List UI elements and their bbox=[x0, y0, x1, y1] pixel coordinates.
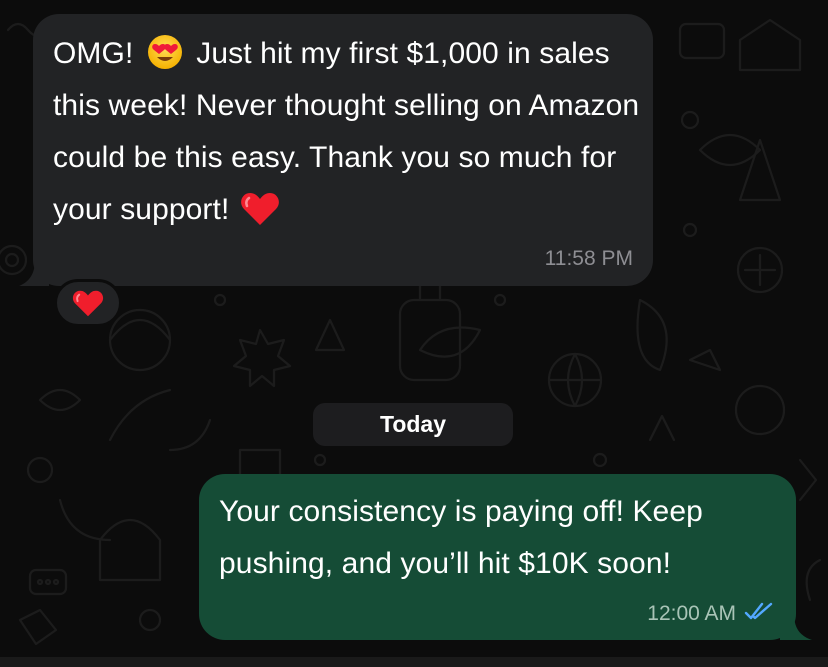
outgoing-message-text: Your consistency is paying off! Keep pus… bbox=[219, 495, 712, 580]
read-double-check-icon bbox=[744, 601, 774, 626]
smiling-face-heart-eyes-icon bbox=[146, 33, 184, 71]
incoming-message-bubble[interactable]: OMG! Just hit my first $1,000 in sales t… bbox=[33, 14, 653, 286]
outgoing-message-bubble[interactable]: Your consistency is paying off! Keep pus… bbox=[199, 474, 796, 640]
bottom-bar bbox=[0, 657, 828, 667]
message-timestamp: 11:58 PM bbox=[544, 247, 633, 270]
message-text-part: OMG! bbox=[53, 37, 142, 70]
red-heart-icon bbox=[72, 289, 104, 318]
message-text-part: Just hit my first $1,000 in sales this w… bbox=[53, 37, 648, 226]
message-timestamp: 12:00 AM bbox=[647, 602, 736, 625]
red-heart-icon bbox=[240, 191, 280, 227]
message-reaction[interactable] bbox=[54, 279, 122, 327]
incoming-message-text: OMG! Just hit my first $1,000 in sales t… bbox=[53, 28, 643, 236]
date-separator: Today bbox=[313, 403, 513, 446]
chat-view: OMG! Just hit my first $1,000 in sales t… bbox=[0, 0, 828, 667]
